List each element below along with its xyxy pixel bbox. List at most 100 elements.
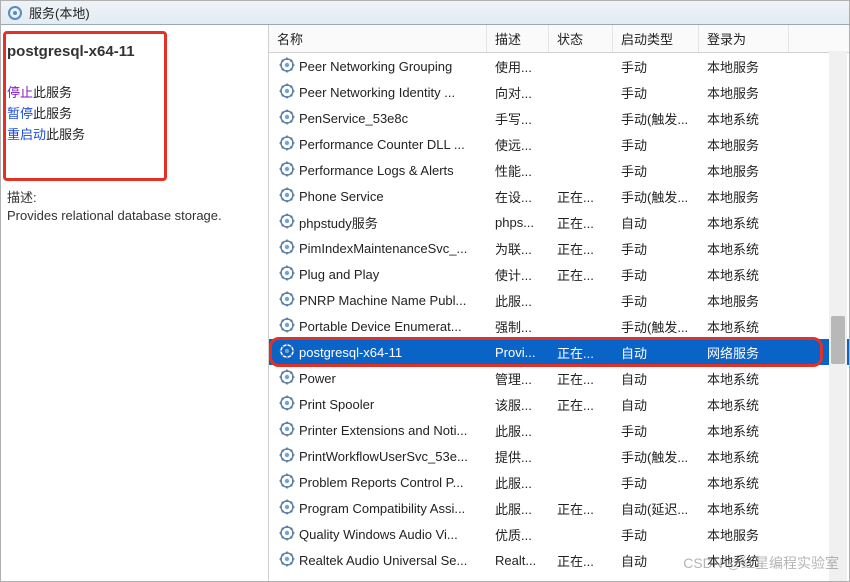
stop-suffix: 此服务 xyxy=(33,85,72,100)
cell-startup-type: 手动 xyxy=(613,421,699,440)
cell-log-on-as: 网络服务 xyxy=(699,343,789,362)
service-name-text: PenService_53e8c xyxy=(299,111,408,126)
gear-icon xyxy=(279,499,295,518)
service-row[interactable]: PNRP Machine Name Publ...此服...手动本地服务 xyxy=(269,287,849,313)
cell-log-on-as: 本地服务 xyxy=(699,291,789,310)
stop-link[interactable]: 停止 xyxy=(7,85,33,100)
service-row[interactable]: Portable Device Enumerat...强制...手动(触发...… xyxy=(269,313,849,339)
cell-description: 手写... xyxy=(487,109,549,128)
service-row[interactable]: Performance Logs & Alerts性能...手动本地服务 xyxy=(269,157,849,183)
service-row[interactable]: Performance Counter DLL ...使远...手动本地服务 xyxy=(269,131,849,157)
service-name-text: postgresql-x64-11 xyxy=(299,345,402,360)
services-list: Peer Networking Grouping使用...手动本地服务 Peer… xyxy=(269,53,849,573)
gear-icon xyxy=(279,369,295,388)
details-pane: postgresql-x64-11 停止此服务 暂停此服务 重启动此服务 描述:… xyxy=(1,25,269,581)
gear-icon xyxy=(279,135,295,154)
service-row[interactable]: Print Spooler该服...正在...自动本地系统 xyxy=(269,391,849,417)
titlebar-title: 服务(本地) xyxy=(29,3,90,22)
gear-icon xyxy=(279,83,295,102)
header-status[interactable]: 状态 xyxy=(549,25,613,52)
cell-log-on-as: 本地系统 xyxy=(699,551,789,570)
service-row[interactable]: Printer Extensions and Noti...此服...手动本地系… xyxy=(269,417,849,443)
cell-startup-type: 自动 xyxy=(613,395,699,414)
pause-suffix: 此服务 xyxy=(33,106,72,121)
cell-status: 正在... xyxy=(549,369,613,388)
service-name-text: PimIndexMaintenanceSvc_... xyxy=(299,241,467,256)
restart-suffix: 此服务 xyxy=(46,127,85,142)
cell-description: phps... xyxy=(487,215,549,230)
service-row[interactable]: postgresql-x64-11Provi...正在...自动网络服务 xyxy=(269,339,849,365)
service-row[interactable]: Peer Networking Grouping使用...手动本地服务 xyxy=(269,53,849,79)
cell-startup-type: 手动 xyxy=(613,473,699,492)
cell-log-on-as: 本地服务 xyxy=(699,135,789,154)
cell-log-on-as: 本地系统 xyxy=(699,239,789,258)
cell-status: 正在... xyxy=(549,499,613,518)
service-name-text: Performance Logs & Alerts xyxy=(299,163,454,178)
cell-status: 正在... xyxy=(549,551,613,570)
service-name-text: PrintWorkflowUserSvc_53e... xyxy=(299,449,468,464)
gear-icon xyxy=(279,239,295,258)
cell-log-on-as: 本地系统 xyxy=(699,317,789,336)
cell-log-on-as: 本地服务 xyxy=(699,525,789,544)
cell-status: 正在... xyxy=(549,395,613,414)
service-name-text: phpstudy服务 xyxy=(299,213,378,232)
gear-icon xyxy=(279,317,295,336)
cell-startup-type: 手动 xyxy=(613,291,699,310)
cell-log-on-as: 本地系统 xyxy=(699,395,789,414)
service-name-text: Realtek Audio Universal Se... xyxy=(299,553,467,568)
cell-name: Realtek Audio Universal Se... xyxy=(269,551,487,570)
cell-name: PrintWorkflowUserSvc_53e... xyxy=(269,447,487,466)
cell-name: Print Spooler xyxy=(269,395,487,414)
cell-name: PenService_53e8c xyxy=(269,109,487,128)
cell-status: 正在... xyxy=(549,187,613,206)
header-log-on-as[interactable]: 登录为 xyxy=(699,25,789,52)
service-row[interactable]: Peer Networking Identity ...向对...手动本地服务 xyxy=(269,79,849,105)
service-name-text: Peer Networking Identity ... xyxy=(299,85,455,100)
service-row[interactable]: phpstudy服务phps...正在...自动本地系统 xyxy=(269,209,849,235)
cell-name: Printer Extensions and Noti... xyxy=(269,421,487,440)
cell-log-on-as: 本地系统 xyxy=(699,447,789,466)
titlebar: 服务(本地) xyxy=(1,1,849,25)
services-list-pane: 名称 描述 状态 启动类型 登录为 Peer Networking Groupi… xyxy=(269,25,849,581)
gear-icon xyxy=(279,395,295,414)
service-name-text: Print Spooler xyxy=(299,397,374,412)
cell-name: Power xyxy=(269,369,487,388)
header-startup-type[interactable]: 启动类型 xyxy=(613,25,699,52)
service-row[interactable]: Program Compatibility Assi...此服...正在...自… xyxy=(269,495,849,521)
gear-icon xyxy=(279,447,295,466)
service-row[interactable]: Phone Service在设...正在...手动(触发...本地服务 xyxy=(269,183,849,209)
cell-name: PimIndexMaintenanceSvc_... xyxy=(269,239,487,258)
service-name-text: Program Compatibility Assi... xyxy=(299,501,465,516)
service-row[interactable]: PimIndexMaintenanceSvc_...为联...正在...手动本地… xyxy=(269,235,849,261)
gear-icon xyxy=(279,551,295,570)
service-name-text: PNRP Machine Name Publ... xyxy=(299,293,466,308)
service-row[interactable]: PrintWorkflowUserSvc_53e...提供...手动(触发...… xyxy=(269,443,849,469)
service-row[interactable]: Quality Windows Audio Vi...优质...手动本地服务 xyxy=(269,521,849,547)
service-name-text: Power xyxy=(299,371,336,386)
header-name[interactable]: 名称 xyxy=(269,25,487,52)
scroll-thumb[interactable] xyxy=(831,316,845,364)
service-row[interactable]: PenService_53e8c手写...手动(触发...本地系统 xyxy=(269,105,849,131)
service-row[interactable]: Plug and Play使计...正在...手动本地系统 xyxy=(269,261,849,287)
cell-description: 性能... xyxy=(487,161,549,180)
cell-log-on-as: 本地系统 xyxy=(699,109,789,128)
gear-icon xyxy=(279,421,295,440)
restart-link[interactable]: 重启动 xyxy=(7,127,46,142)
service-row[interactable]: Problem Reports Control P...此服...手动本地系统 xyxy=(269,469,849,495)
cell-description: 此服... xyxy=(487,473,549,492)
service-row[interactable]: Power管理...正在...自动本地系统 xyxy=(269,365,849,391)
cell-description: 使远... xyxy=(487,135,549,154)
cell-startup-type: 手动 xyxy=(613,525,699,544)
cell-startup-type: 自动 xyxy=(613,369,699,388)
service-row[interactable]: Realtek Audio Universal Se...Realt...正在.… xyxy=(269,547,849,573)
cell-description: 提供... xyxy=(487,447,549,466)
gear-icon xyxy=(279,525,295,544)
cell-log-on-as: 本地系统 xyxy=(699,213,789,232)
vertical-scrollbar[interactable] xyxy=(829,51,847,581)
cell-log-on-as: 本地系统 xyxy=(699,265,789,284)
header-description[interactable]: 描述 xyxy=(487,25,549,52)
cell-description: 强制... xyxy=(487,317,549,336)
pause-link[interactable]: 暂停 xyxy=(7,106,33,121)
gear-icon xyxy=(279,473,295,492)
gear-icon xyxy=(279,161,295,180)
